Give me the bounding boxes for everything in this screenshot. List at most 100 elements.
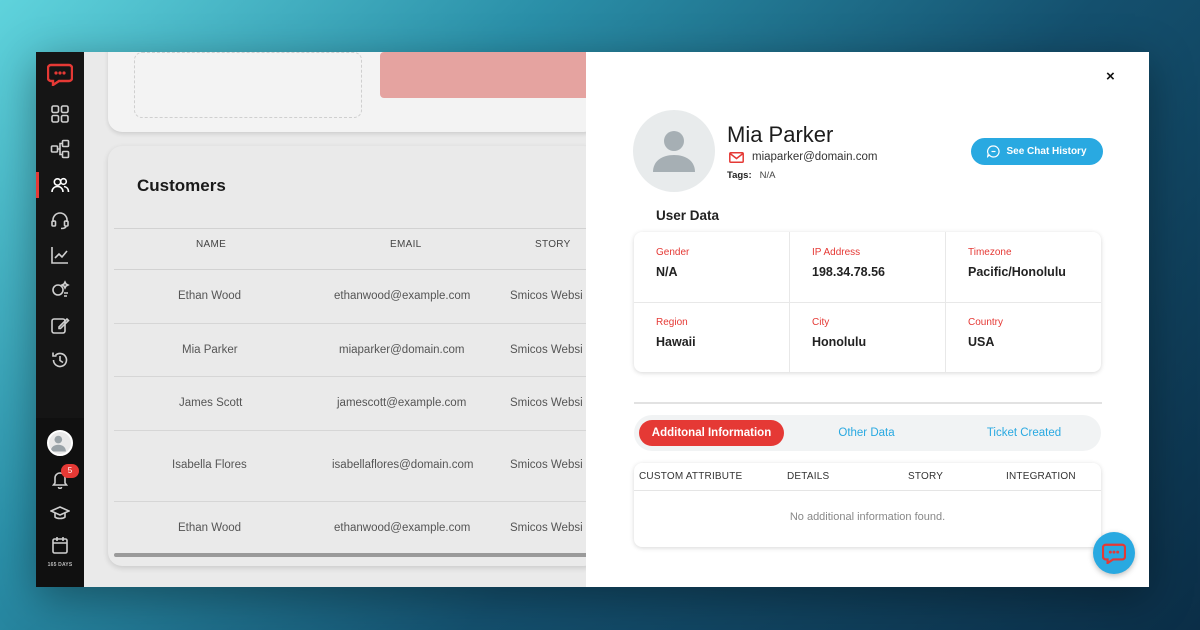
cell-email: miaparker@domain.com <box>339 344 465 356</box>
field-value: Honolulu <box>812 335 867 349</box>
user-data-title: User Data <box>656 208 720 223</box>
user-data-card: Gender N/A IP Address 198.34.78.56 Timez… <box>634 232 1101 372</box>
graduation-cap-icon <box>50 506 70 520</box>
field-label: City <box>812 317 830 328</box>
column-header-name[interactable]: NAME <box>196 239 226 250</box>
cell-name: Ethan Wood <box>178 290 242 302</box>
field-label: Timezone <box>968 247 1012 258</box>
sidebar-item-analytics[interactable] <box>36 238 84 272</box>
field-value: 198.34.78.56 <box>812 265 885 279</box>
customers-card: Customers NAME EMAIL STORY Ethan Wood et… <box>108 146 598 566</box>
table-row[interactable]: Ethan Wood ethanwood@example.com Smicos … <box>114 502 598 552</box>
additional-info-table: CUSTOM ATTRIBUTE DETAILS STORY INTEGRATI… <box>634 463 1101 547</box>
page-title: Customers <box>137 176 226 195</box>
days-remaining-label: 165 DAYS <box>47 562 73 568</box>
tags-row: Tags: N/A <box>727 170 775 181</box>
field-value: Pacific/Honolulu <box>968 265 1066 279</box>
see-chat-history-button[interactable]: See Chat History <box>971 138 1103 165</box>
user-avatar-icon <box>50 435 66 452</box>
close-button[interactable]: × <box>1106 68 1115 85</box>
cell-name: Mia Parker <box>182 344 238 356</box>
field-timezone: Timezone Pacific/Honolulu <box>946 232 1102 302</box>
field-city: City Honolulu <box>790 302 946 372</box>
flow-icon <box>50 139 70 159</box>
table-row[interactable]: James Scott jamescott@example.com Smicos… <box>114 377 598 431</box>
column-header-integration: INTEGRATION <box>1006 471 1076 482</box>
profile-avatar <box>633 110 715 192</box>
cell-email: ethanwood@example.com <box>334 290 471 302</box>
field-label: Region <box>656 317 688 328</box>
cell-email: isabellaflores@domain.com <box>332 459 474 471</box>
headset-icon <box>51 212 69 230</box>
table-row[interactable]: Ethan Wood ethanwood@example.com Smicos … <box>114 270 598 324</box>
cell-story: Smicos Websi <box>510 522 583 534</box>
mail-icon <box>729 151 744 163</box>
table-header: CUSTOM ATTRIBUTE DETAILS STORY INTEGRATI… <box>634 463 1101 491</box>
sidebar-item-history[interactable] <box>36 343 84 377</box>
cell-name: Isabella Flores <box>172 459 247 471</box>
tags-value: N/A <box>759 170 776 181</box>
column-header-details: DETAILS <box>787 471 830 482</box>
dashboard-grid-icon <box>51 105 69 123</box>
chat-bubble-icon <box>987 145 1001 158</box>
customer-email: miaparker@domain.com <box>752 151 878 163</box>
field-value: Hawaii <box>656 335 696 349</box>
field-value: USA <box>968 335 995 349</box>
cell-email: jamescott@example.com <box>337 397 467 409</box>
see-chat-history-label: See Chat History <box>1006 146 1087 157</box>
chart-icon <box>51 247 68 264</box>
table-row[interactable]: Mia Parker miaparker@domain.com Smicos W… <box>114 324 598 377</box>
cell-story: Smicos Websi <box>510 397 583 409</box>
table-header: NAME EMAIL STORY <box>114 228 598 270</box>
info-tabs: Additonal Information Other Data Ticket … <box>634 415 1101 451</box>
main-content: Customers NAME EMAIL STORY Ethan Wood et… <box>84 52 600 587</box>
sidebar-item-dashboard[interactable] <box>36 97 84 131</box>
column-header-story: STORY <box>908 471 944 482</box>
column-header-email[interactable]: EMAIL <box>390 239 422 250</box>
field-label: Gender <box>656 247 690 258</box>
app-window: 5 165 DAYS Customers NAME EMAIL STORY Et… <box>36 52 1149 587</box>
sidebar-item-academy[interactable] <box>36 496 84 530</box>
tags-label: Tags: <box>727 170 752 181</box>
column-header-story[interactable]: STORY <box>535 239 571 250</box>
upload-card <box>108 52 600 132</box>
field-gender: Gender N/A <box>634 232 790 302</box>
cell-name: Ethan Wood <box>178 522 242 534</box>
calendar-icon <box>52 537 68 554</box>
users-icon <box>51 177 70 193</box>
cell-story: Smicos Websi <box>510 459 583 471</box>
sidebar-item-flows[interactable] <box>36 132 84 166</box>
empty-state-message: No additional information found. <box>789 511 946 523</box>
chat-logo-icon <box>1102 543 1126 564</box>
sidebar-item-support[interactable] <box>36 203 84 237</box>
table-row[interactable]: Isabella Flores isabellaflores@domain.co… <box>114 431 598 502</box>
field-value: N/A <box>656 265 678 279</box>
user-avatar-icon <box>653 131 695 172</box>
cell-story: Smicos Websi <box>510 344 583 356</box>
sidebar: 5 165 DAYS <box>36 52 84 587</box>
cell-name: James Scott <box>179 397 243 409</box>
sidebar-item-calendar[interactable] <box>36 528 84 562</box>
chat-logo-icon[interactable] <box>47 62 73 86</box>
tab-other-data[interactable]: Other Data <box>804 420 929 446</box>
tab-additional-information[interactable]: Additonal Information <box>639 420 784 446</box>
section-divider <box>634 402 1102 404</box>
edit-icon <box>51 317 70 334</box>
customer-detail-panel: × Mia Parker miaparker@domain.com Tags: N… <box>586 52 1149 587</box>
tab-ticket-created[interactable]: Ticket Created <box>959 420 1089 446</box>
avatar[interactable] <box>47 430 73 456</box>
history-icon <box>52 352 68 368</box>
dropzone[interactable] <box>134 52 362 118</box>
cell-story: Smicos Websi <box>510 290 583 302</box>
horizontal-scrollbar[interactable] <box>114 553 594 557</box>
action-button[interactable] <box>380 52 600 98</box>
field-region: Region Hawaii <box>634 302 790 372</box>
sidebar-item-ai[interactable] <box>36 273 84 307</box>
field-label: Country <box>968 317 1004 328</box>
sidebar-item-customers[interactable] <box>36 168 84 202</box>
field-country: Country USA <box>946 302 1102 372</box>
customer-email-row: miaparker@domain.com <box>729 151 877 163</box>
chat-widget-button[interactable] <box>1093 532 1135 574</box>
sidebar-item-editor[interactable] <box>36 308 84 342</box>
customer-name: Mia Parker <box>727 122 834 147</box>
